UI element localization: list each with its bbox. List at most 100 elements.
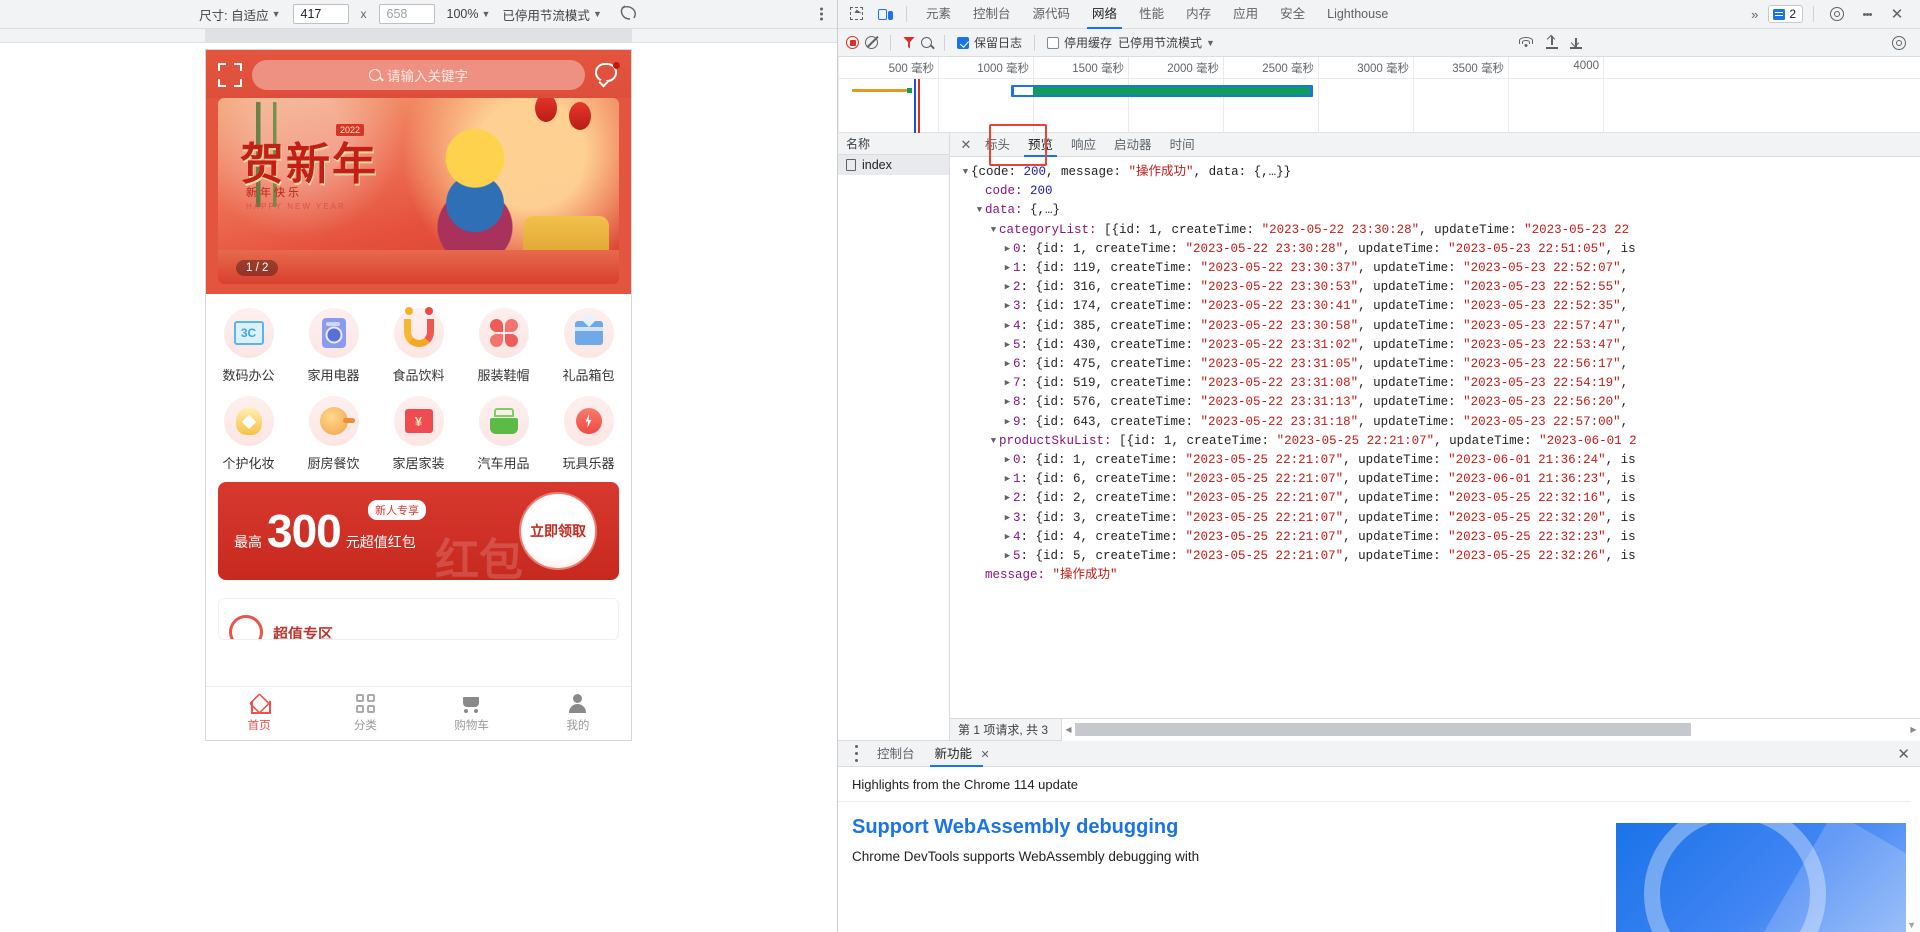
promo-banner[interactable]: 贺新年 2022 新年快乐 HAPPY NEW YEAR 1 / 2 (218, 98, 619, 284)
json-line[interactable]: code: 200 (960, 182, 1920, 201)
close-icon[interactable]: ✕ (1884, 2, 1910, 26)
tab-timing[interactable]: 时间 (1161, 133, 1204, 157)
chevron-double-right-icon[interactable]: » (1745, 7, 1764, 22)
chevron-right-icon[interactable] (1002, 451, 1013, 470)
chevron-right-icon[interactable] (1002, 240, 1013, 259)
category-item[interactable]: 家用电器 (291, 308, 376, 384)
tab-lighthouse[interactable]: Lighthouse (1316, 0, 1399, 29)
json-line[interactable]: 9: {id: 643, createTime: "2023-05-22 23:… (960, 413, 1920, 432)
category-item[interactable]: ¥ 家居家装 (376, 396, 461, 472)
device-throttling-selector[interactable]: 已停用节流模式 ▼ (502, 5, 601, 24)
category-item[interactable]: 食品饮料 (376, 308, 461, 384)
filter-icon[interactable] (903, 37, 915, 49)
json-line[interactable]: productSkuList: [{id: 1, createTime: "20… (960, 432, 1920, 451)
scrollbar-track[interactable] (1075, 723, 1907, 736)
chevron-right-icon[interactable] (1002, 259, 1013, 278)
close-icon[interactable]: ✕ (981, 749, 990, 761)
more-vertical-icon[interactable] (846, 741, 866, 767)
json-line[interactable]: 5: {id: 5, createTime: "2023-05-25 22:21… (960, 547, 1920, 566)
chevron-right-icon[interactable] (1002, 336, 1013, 355)
scroll-down-icon[interactable]: ▼ (1907, 920, 1916, 930)
json-line[interactable]: 0: {id: 1, createTime: "2023-05-25 22:21… (960, 451, 1920, 470)
viewport-height-input[interactable]: 658 (379, 4, 435, 24)
scroll-left-icon[interactable]: ◀ (1062, 725, 1075, 734)
preserve-log-checkbox[interactable]: 保留日志 (957, 34, 1022, 51)
json-line[interactable]: 2: {id: 2, createTime: "2023-05-25 22:21… (960, 489, 1920, 508)
json-line[interactable]: 3: {id: 3, createTime: "2023-05-25 22:21… (960, 509, 1920, 528)
chevron-right-icon[interactable] (1002, 547, 1013, 566)
clear-icon[interactable] (865, 36, 878, 49)
chevron-right-icon[interactable] (1002, 374, 1013, 393)
message-icon[interactable] (595, 63, 619, 87)
tab-memory[interactable]: 内存 (1175, 0, 1222, 29)
json-line[interactable]: 1: {id: 6, createTime: "2023-05-25 22:21… (960, 470, 1920, 489)
coupon-card[interactable]: 最高 300 元超值红包 新人专享 红包 立即领取 (218, 482, 619, 580)
tab-headers[interactable]: 标头 (976, 133, 1019, 157)
chevron-down-icon[interactable] (974, 201, 985, 220)
json-line[interactable]: 0: {id: 1, createTime: "2023-05-22 23:30… (960, 240, 1920, 259)
export-har-icon[interactable] (1570, 36, 1582, 49)
category-item[interactable]: 服装鞋帽 (461, 308, 546, 384)
scrollbar-thumb[interactable] (1075, 723, 1691, 736)
tab-network[interactable]: 网络 (1081, 0, 1128, 29)
inspect-element-icon[interactable] (844, 2, 870, 26)
tab-initiator[interactable]: 启动器 (1105, 133, 1161, 157)
chevron-right-icon[interactable] (1002, 413, 1013, 432)
request-row[interactable]: index (838, 155, 949, 175)
tab-profile[interactable]: 我的 (525, 694, 631, 733)
category-item[interactable]: 厨房餐饮 (291, 396, 376, 472)
more-vertical-icon[interactable] (1854, 2, 1880, 26)
scroll-right-icon[interactable]: ▶ (1907, 725, 1920, 734)
whats-new-content[interactable]: Highlights from the Chrome 114 update Su… (838, 767, 1920, 932)
json-line[interactable]: data: {,…} (960, 201, 1920, 220)
tab-elements[interactable]: 元素 (915, 0, 962, 29)
tab-cart[interactable]: 购物车 (419, 694, 525, 733)
search-input[interactable]: 请输入关键字 (252, 60, 585, 90)
json-line[interactable]: 3: {id: 174, createTime: "2023-05-22 23:… (960, 297, 1920, 316)
chevron-down-icon[interactable] (960, 163, 971, 182)
tab-home[interactable]: 首页 (206, 694, 312, 733)
chevron-right-icon[interactable] (1002, 470, 1013, 489)
json-line[interactable]: 8: {id: 576, createTime: "2023-05-22 23:… (960, 393, 1920, 412)
category-item[interactable]: 汽车用品 (461, 396, 546, 472)
chevron-right-icon[interactable] (1002, 528, 1013, 547)
json-line[interactable]: 7: {id: 519, createTime: "2023-05-22 23:… (960, 374, 1920, 393)
disable-cache-checkbox[interactable]: 停用缓存 (1047, 34, 1112, 51)
category-item[interactable]: 礼品箱包 (546, 308, 631, 384)
tab-console[interactable]: 控制台 (962, 0, 1022, 29)
tab-security[interactable]: 安全 (1269, 0, 1316, 29)
chevron-down-icon[interactable] (988, 432, 999, 451)
json-line[interactable]: message: "操作成功" (960, 566, 1920, 585)
claim-coupon-button[interactable]: 立即领取 (519, 492, 597, 570)
record-icon[interactable] (846, 36, 859, 49)
next-section-card[interactable]: 超值专区 (218, 598, 619, 640)
network-overview-timeline[interactable]: 500 毫秒 1000 毫秒 1500 毫秒 2000 毫秒 2500 毫秒 3… (838, 57, 1920, 133)
json-line[interactable]: 4: {id: 4, createTime: "2023-05-25 22:21… (960, 528, 1920, 547)
network-settings-gear-icon[interactable] (1886, 31, 1912, 55)
chevron-right-icon[interactable] (1002, 355, 1013, 374)
drawer-scrollbar[interactable] (1911, 767, 1920, 932)
drawer-tab-whats-new[interactable]: 新功能 ✕ (926, 741, 999, 767)
close-icon[interactable]: ✕ (956, 133, 976, 157)
chevron-down-icon[interactable] (988, 221, 999, 240)
issues-button[interactable]: 2 (1768, 5, 1803, 23)
json-line[interactable]: 4: {id: 385, createTime: "2023-05-22 23:… (960, 317, 1920, 336)
json-line[interactable]: categoryList: [{id: 1, createTime: "2023… (960, 221, 1920, 240)
json-line[interactable]: 2: {id: 316, createTime: "2023-05-22 23:… (960, 278, 1920, 297)
viewport-width-input[interactable]: 417 (293, 4, 349, 24)
tab-preview[interactable]: 预览 (1019, 133, 1062, 157)
drawer-close-icon[interactable]: ✕ (1897, 745, 1920, 763)
chevron-right-icon[interactable] (1002, 393, 1013, 412)
horizontal-scrollbar[interactable]: ◀ ▶ (1062, 719, 1920, 741)
tab-application[interactable]: 应用 (1222, 0, 1269, 29)
device-size-selector[interactable]: 尺寸: 自适应 ▼ (199, 5, 280, 24)
drawer-tab-console[interactable]: 控制台 (868, 741, 924, 767)
device-toolbar-menu-icon[interactable] (820, 6, 823, 23)
gear-icon[interactable] (1824, 2, 1850, 26)
tab-response[interactable]: 响应 (1062, 133, 1105, 157)
json-line[interactable]: 5: {id: 430, createTime: "2023-05-22 23:… (960, 336, 1920, 355)
device-toolbar-icon[interactable] (872, 2, 898, 26)
zoom-selector[interactable]: 100% ▼ (447, 7, 491, 21)
tab-sources[interactable]: 源代码 (1022, 0, 1082, 29)
response-preview-json[interactable]: {code: 200, message: "操作成功", data: {,…}}… (950, 157, 1920, 718)
